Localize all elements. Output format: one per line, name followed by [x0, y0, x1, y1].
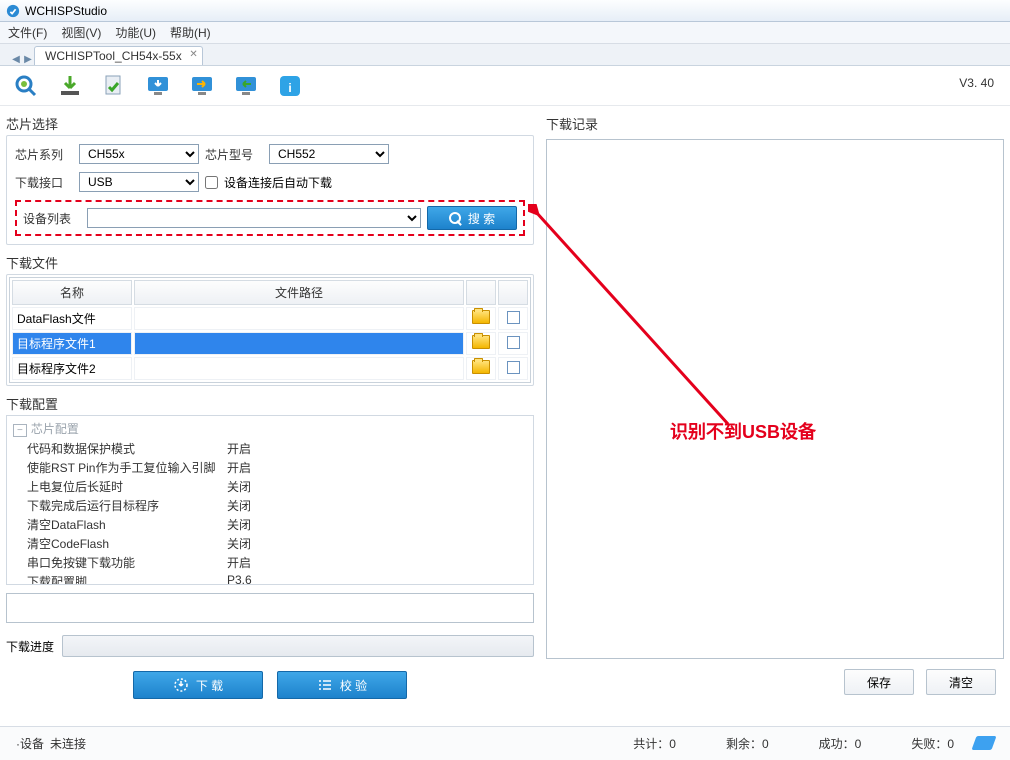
model-label: 芯片型号	[205, 146, 263, 163]
device-list-select[interactable]	[87, 208, 421, 228]
menubar: 文件(F) 视图(V) 功能(U) 帮助(H)	[0, 22, 1010, 44]
monitor-right-icon	[189, 73, 215, 99]
svg-text:i: i	[288, 81, 291, 95]
config-row[interactable]: 清空CodeFlash关闭	[13, 534, 527, 553]
table-row[interactable]: DataFlash文件	[12, 307, 528, 330]
auto-download-checkbox[interactable]	[205, 176, 218, 189]
log-group: 下载记录	[546, 112, 1004, 659]
verify-button[interactable]: 校 验	[277, 671, 407, 699]
download-gear-icon	[173, 677, 189, 693]
monitor-left-icon	[233, 73, 259, 99]
file-checkbox[interactable]	[507, 311, 520, 324]
status-remain: 剩余：0	[726, 735, 769, 752]
status-device-state: 未连接	[50, 735, 86, 752]
search-button[interactable]: 搜 索	[427, 206, 517, 230]
config-textbox[interactable]	[6, 593, 534, 623]
folder-icon[interactable]	[472, 335, 490, 349]
config-row[interactable]: 串口免按键下载功能开启	[13, 553, 527, 572]
tab-next[interactable]: ▶	[22, 54, 34, 65]
files-group: 下载文件 名称 文件路径 DataFlash文件 目标程序文件1	[6, 251, 534, 386]
tool-batch-right[interactable]	[186, 70, 218, 102]
tab-close-icon[interactable]: ✕	[189, 49, 197, 60]
folder-icon[interactable]	[472, 310, 490, 324]
series-label: 芯片系列	[15, 146, 73, 163]
tool-download[interactable]	[54, 70, 86, 102]
window-title: WCHISPStudio	[25, 4, 107, 18]
clear-button[interactable]: 清空	[926, 669, 996, 695]
progress-bar	[62, 635, 534, 657]
config-row[interactable]: 下载完成后运行目标程序关闭	[13, 496, 527, 515]
model-select[interactable]: CH552	[269, 144, 389, 164]
status-device-prefix: ·设备	[16, 735, 44, 752]
status-fail: 失败：0	[911, 735, 954, 752]
log-title: 下载记录	[546, 112, 1004, 135]
titlebar: WCHISPStudio	[0, 0, 1010, 22]
device-list-label: 设备列表	[23, 210, 81, 227]
series-select[interactable]: CH55x	[79, 144, 199, 164]
file-checkbox[interactable]	[507, 361, 520, 374]
tool-batch-left[interactable]	[230, 70, 262, 102]
tool-info[interactable]: i	[274, 70, 306, 102]
download-icon	[57, 73, 83, 99]
list-icon	[317, 677, 333, 693]
log-textarea[interactable]	[546, 139, 1004, 659]
port-label: 下载接口	[15, 174, 73, 191]
file-checkbox[interactable]	[507, 336, 520, 349]
chip-select-title: 芯片选择	[6, 112, 534, 135]
menu-file[interactable]: 文件(F)	[8, 24, 47, 41]
version-label: V3. 40	[959, 76, 994, 90]
status-success: 成功：0	[819, 735, 862, 752]
config-row[interactable]: 上电复位后长延时关闭	[13, 477, 527, 496]
config-row[interactable]: 清空DataFlash关闭	[13, 515, 527, 534]
config-group: 下载配置 −芯片配置 代码和数据保护模式开启使能RST Pin作为手工复位输入引…	[6, 392, 534, 623]
device-list-row: 设备列表 搜 索	[15, 200, 525, 236]
config-row[interactable]: 使能RST Pin作为手工复位输入引脚开启	[13, 458, 527, 477]
search-icon	[449, 212, 461, 224]
config-list[interactable]: −芯片配置 代码和数据保护模式开启使能RST Pin作为手工复位输入引脚开启上电…	[6, 415, 534, 585]
progress-label: 下载进度	[6, 638, 54, 655]
table-row[interactable]: 目标程序文件2	[12, 357, 528, 380]
col-name[interactable]: 名称	[12, 280, 132, 305]
chip-select-group: 芯片选择 芯片系列 CH55x 芯片型号 CH552 下载接口 USB 设备连接…	[6, 112, 534, 245]
col-path[interactable]: 文件路径	[134, 280, 464, 305]
file-table: 名称 文件路径 DataFlash文件 目标程序文件1	[9, 277, 531, 383]
folder-icon[interactable]	[472, 360, 490, 374]
tool-batch-down[interactable]	[142, 70, 174, 102]
table-row[interactable]: 目标程序文件1	[12, 332, 528, 355]
port-select[interactable]: USB	[79, 172, 199, 192]
menu-function[interactable]: 功能(U)	[115, 24, 156, 41]
config-row[interactable]: 代码和数据保护模式开启	[13, 439, 527, 458]
statusbar: ·设备 未连接 共计：0 剩余：0 成功：0 失败：0	[0, 726, 1010, 760]
tool-verify[interactable]	[98, 70, 130, 102]
gear-search-icon	[13, 73, 39, 99]
menu-view[interactable]: 视图(V)	[61, 24, 101, 41]
tab-prev[interactable]: ◀	[10, 54, 22, 65]
tabstrip: ◀ ▶ WCHISPTool_CH54x-55x ✕	[0, 44, 1010, 66]
config-row[interactable]: 下载配置脚P3.6	[13, 572, 527, 585]
status-total: 共计：0	[633, 735, 676, 752]
eraser-icon[interactable]	[971, 736, 996, 750]
toolbar: i V3. 40	[0, 66, 1010, 106]
tab-main[interactable]: WCHISPTool_CH54x-55x ✕	[34, 46, 203, 65]
auto-download-label: 设备连接后自动下载	[224, 174, 332, 191]
config-title: 下载配置	[6, 392, 534, 415]
info-icon: i	[277, 73, 303, 99]
menu-help[interactable]: 帮助(H)	[170, 24, 211, 41]
monitor-down-icon	[145, 73, 171, 99]
app-icon	[6, 4, 20, 18]
document-check-icon	[101, 73, 127, 99]
tab-label: WCHISPTool_CH54x-55x	[45, 49, 182, 63]
files-title: 下载文件	[6, 251, 534, 274]
save-button[interactable]: 保存	[844, 669, 914, 695]
tool-detect[interactable]	[10, 70, 42, 102]
download-button[interactable]: 下 载	[133, 671, 263, 699]
